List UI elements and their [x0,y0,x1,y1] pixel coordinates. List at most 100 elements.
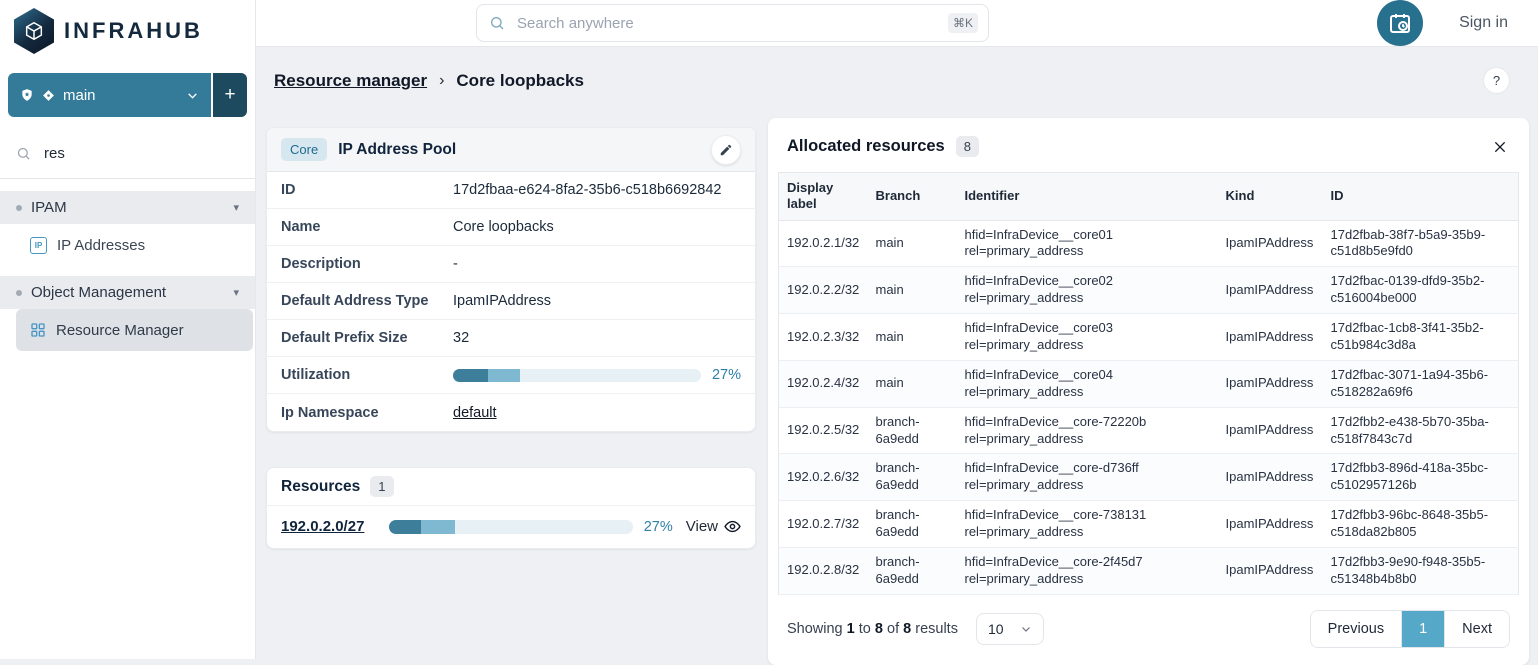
column-kind[interactable]: Kind [1218,173,1323,221]
pool-card-header: Core IP Address Pool [267,128,755,172]
field-value: 17d2fbaa-e624-8fa2-35b6-c518b6692842 [453,182,721,198]
field-label: Utilization [281,367,453,383]
calendar-clock-icon [1388,11,1412,35]
cell-id: 17d2fbac-1cb8-3f41-35b2-c51b984c3d8a [1323,314,1519,361]
field-value: IpamIPAddress [453,293,551,309]
cell-kind: IpamIPAddress [1218,454,1323,501]
sidebar-item-label: IP Addresses [57,237,145,254]
field-label: ID [281,182,453,198]
sign-in-button[interactable]: Sign in [1453,13,1514,33]
field-label: Ip Namespace [281,405,453,421]
add-branch-button[interactable]: + [213,73,247,117]
results-summary: Showing 1 to 8 of 8 results [787,621,958,637]
edit-button[interactable] [711,135,741,165]
view-button[interactable]: View [686,518,741,535]
page-size-select[interactable]: 10 [976,613,1044,645]
sidebar: INFRAHUB main + [0,0,256,659]
progress-segment-light [421,520,455,534]
cell-display-label: 192.0.2.1/32 [779,220,868,267]
sidebar-item-label: Resource Manager [56,322,184,339]
main-area: ⌘K Sign in Resource manager › Core loopb… [256,0,1538,659]
chevron-down-icon [186,89,199,102]
column-id[interactable]: ID [1323,173,1519,221]
table-footer: Showing 1 to 8 of 8 results 10 [778,610,1519,648]
table-row[interactable]: 192.0.2.3/32 main hfid=InfraDevice__core… [779,314,1519,361]
sidebar-item-ip-addresses[interactable]: IP IP Addresses [0,224,255,266]
resources-card: Resources 1 192.0.2.0/27 27% View [266,467,756,549]
page-1-button[interactable]: 1 [1401,611,1444,647]
cell-id: 17d2fbb3-96bc-8648-35b5-c518da82b805 [1323,501,1519,548]
allocated-count-badge: 8 [956,136,979,157]
logo: INFRAHUB [0,0,255,62]
pool-card-title: IP Address Pool [338,141,456,159]
sidebar-section-ipam[interactable]: IPAM ▾ [0,191,255,224]
allocated-panel-header: Allocated resources 8 [778,131,1519,172]
allocated-title: Allocated resources [787,137,945,156]
table-row[interactable]: 192.0.2.4/32 main hfid=InfraDevice__core… [779,360,1519,407]
cell-id: 17d2fbac-0139-dfd9-35b2-c516004be000 [1323,267,1519,314]
allocated-resources-panel: Allocated resources 8 Display label [768,118,1529,665]
close-panel-button[interactable] [1490,137,1510,157]
table-row[interactable]: 192.0.2.7/32 branch-6a9edd hfid=InfraDev… [779,501,1519,548]
help-button[interactable]: ? [1483,67,1510,94]
resource-percent: 27% [644,519,673,535]
bullet-icon [16,205,22,211]
global-search-input[interactable] [515,14,938,33]
cell-id: 17d2fbb3-9e90-f948-35b5-c51348b4b8b0 [1323,547,1519,594]
cell-id: 17d2fbac-3071-1a94-35b6-c518282a69f6 [1323,360,1519,407]
utilization-percent: 27% [712,367,741,383]
schedule-avatar-button[interactable] [1377,0,1423,46]
cell-branch: main [868,314,957,361]
cell-display-label: 192.0.2.2/32 [779,267,868,314]
resource-progress-bar [389,520,633,534]
field-value: - [453,256,458,272]
field-row-default-address-type: Default Address Type IpamIPAddress [267,283,755,320]
branch-name: main [63,87,96,104]
search-icon [489,15,505,31]
table-row[interactable]: 192.0.2.8/32 branch-6a9edd hfid=InfraDev… [779,547,1519,594]
branch-selector[interactable]: main [8,73,211,117]
sidebar-filter-input[interactable] [42,144,239,163]
table-row[interactable]: 192.0.2.2/32 main hfid=InfraDevice__core… [779,267,1519,314]
resource-prefix-link[interactable]: 192.0.2.0/27 [281,518,389,535]
page-title: Core loopbacks [456,71,584,91]
previous-page-button[interactable]: Previous [1311,611,1401,647]
next-page-button[interactable]: Next [1444,611,1509,647]
namespace-link[interactable]: default [453,405,497,421]
column-display-label[interactable]: Display label [779,173,868,221]
cell-display-label: 192.0.2.6/32 [779,454,868,501]
sidebar-section-object-management[interactable]: Object Management ▾ [0,276,255,309]
table-row[interactable]: 192.0.2.1/32 main hfid=InfraDevice__core… [779,220,1519,267]
caret-down-icon: ▾ [233,286,239,299]
content-columns: Core IP Address Pool ID 17d2fbaa-e624-8f… [266,118,1518,665]
page-size-value: 10 [988,621,1004,637]
table-row[interactable]: 192.0.2.6/32 branch-6a9edd hfid=InfraDev… [779,454,1519,501]
branch-selector-row: main + [0,73,255,117]
cell-branch: main [868,267,957,314]
column-identifier[interactable]: Identifier [957,173,1218,221]
section-label: Object Management [31,284,166,301]
infrahub-logo-icon [14,8,54,54]
cell-kind: IpamIPAddress [1218,220,1323,267]
cell-identifier: hfid=InfraDevice__core-72220brel=primary… [957,407,1218,454]
progress-segment-light [488,369,520,382]
caret-down-icon: ▾ [233,201,239,214]
field-row-description: Description - [267,246,755,283]
sidebar-item-resource-manager[interactable]: Resource Manager [16,309,253,351]
page-content: Resource manager › Core loopbacks ? Core… [256,47,1538,665]
cell-branch: branch-6a9edd [868,547,957,594]
search-icon [16,146,31,161]
field-label: Description [281,256,453,272]
app-root: INFRAHUB main + [0,0,1538,659]
field-label: Name [281,219,453,235]
chevron-down-icon [1020,623,1032,635]
cell-kind: IpamIPAddress [1218,360,1323,407]
breadcrumb-separator: › [439,72,444,90]
table-row[interactable]: 192.0.2.5/32 branch-6a9edd hfid=InfraDev… [779,407,1519,454]
cell-display-label: 192.0.2.8/32 [779,547,868,594]
breadcrumb-parent-link[interactable]: Resource manager [274,71,427,91]
cell-identifier: hfid=InfraDevice__core02rel=primary_addr… [957,267,1218,314]
pagination: Previous 1 Next [1310,610,1510,648]
global-search[interactable]: ⌘K [476,4,989,42]
column-branch[interactable]: Branch [868,173,957,221]
